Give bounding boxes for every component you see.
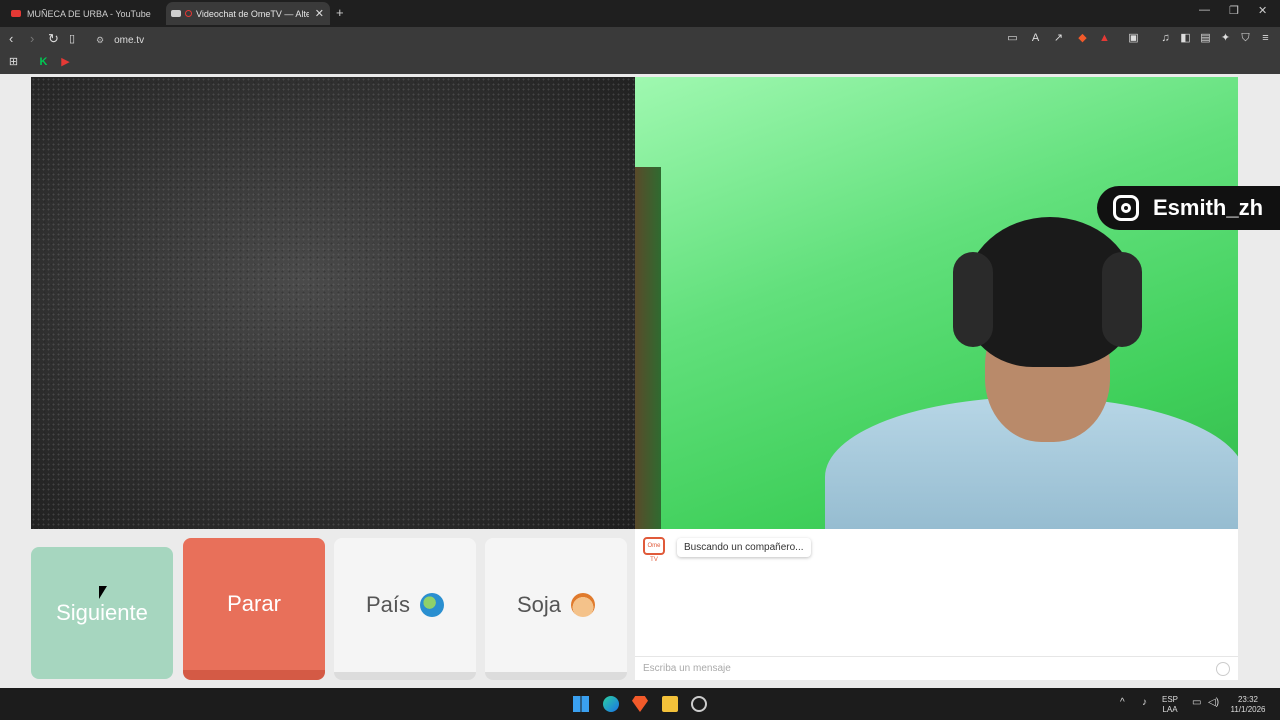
ometv-logo-icon: Ome TV	[643, 537, 665, 563]
kick-bookmark-icon[interactable]: K	[38, 57, 49, 68]
stop-button[interactable]: Parar	[183, 538, 325, 680]
wallet-icon[interactable]: ▤	[1200, 33, 1211, 44]
restore-icon[interactable]: ❐	[1229, 4, 1239, 17]
language-indicator[interactable]: ESP LAA	[1162, 695, 1178, 715]
instagram-overlay: Esmith_zh	[1097, 186, 1280, 230]
apps-grid-icon[interactable]: ⊞	[8, 57, 19, 68]
url-text: ome.tv	[114, 34, 145, 46]
mail-favicon-icon	[171, 10, 181, 17]
instagram-handle: Esmith_zh	[1153, 195, 1264, 220]
self-video	[635, 77, 1238, 529]
emoji-picker-icon[interactable]	[1216, 662, 1230, 676]
country-label: País	[365, 592, 411, 617]
windows-start-icon[interactable]	[573, 696, 589, 712]
file-explorer-icon[interactable]	[662, 696, 678, 712]
instagram-icon	[1113, 195, 1139, 221]
microphone-icon[interactable]: ♪	[1142, 698, 1147, 708]
bookmarks-bar: ⊞ K ▶	[0, 53, 1280, 74]
leo-ai-icon[interactable]: ✦	[1220, 33, 1231, 44]
gender-button[interactable]: Soja	[485, 538, 627, 680]
close-tab-icon[interactable]: ✕	[315, 7, 324, 20]
back-icon[interactable]: ‹	[9, 32, 13, 46]
share-icon[interactable]: ↗	[1053, 33, 1064, 44]
tab-youtube[interactable]: MUÑECA DE URBA - YouTube	[6, 2, 156, 25]
panel-icon[interactable]: ◧	[1180, 33, 1191, 44]
brave-shields-icon[interactable]: ◆	[1077, 33, 1088, 44]
partner-video-static	[31, 77, 635, 529]
next-label: Siguiente	[56, 600, 148, 625]
address-bar[interactable]: ⚙ ome.tv	[90, 30, 990, 50]
cast-icon[interactable]: ▭	[1007, 33, 1018, 44]
status-message: Buscando un compañero...	[677, 538, 811, 557]
close-window-icon[interactable]: ✕	[1258, 4, 1267, 17]
menu-icon[interactable]: ≡	[1260, 33, 1271, 44]
youtube-bookmark-icon[interactable]: ▶	[60, 57, 71, 68]
bookmark-icon[interactable]: ▯	[69, 32, 75, 46]
tab-ometv[interactable]: Videochat de OmeTV — Alter ✕	[166, 2, 330, 25]
volume-icon[interactable]: ◁)	[1208, 698, 1219, 708]
background-door	[635, 167, 661, 529]
lang-bottom: LAA	[1162, 705, 1178, 714]
music-icon[interactable]: ♫	[1160, 33, 1171, 44]
brave-rewards-icon[interactable]: ▲	[1099, 33, 1110, 44]
clock-date: 11/1/2026	[1230, 705, 1266, 714]
chat-panel: Ome TV Buscando un compañero... Escriba …	[635, 529, 1238, 680]
network-icon[interactable]: ▭	[1192, 698, 1201, 708]
mouse-cursor-icon	[99, 586, 107, 599]
headset-right	[1102, 252, 1142, 347]
forward-icon[interactable]: ›	[30, 32, 34, 46]
message-input[interactable]: Escriba un mensaje	[635, 656, 1238, 680]
minimize-icon[interactable]: —	[1199, 4, 1210, 16]
clock[interactable]: 23:32 11/1/2026	[1226, 695, 1270, 715]
person-emoji-icon	[571, 593, 596, 617]
vpn-shield-icon[interactable]: ⛉	[1240, 33, 1251, 44]
gender-label: Soja	[516, 592, 562, 617]
chatgpt-icon[interactable]	[691, 696, 707, 712]
country-button[interactable]: País	[334, 538, 476, 680]
browser-tab-bar: MUÑECA DE URBA - YouTube Videochat de Om…	[0, 0, 1280, 27]
tab-title: MUÑECA DE URBA - YouTube	[27, 8, 151, 19]
stop-label: Parar	[227, 591, 281, 616]
windows-taskbar: ^ ♪ ESP LAA ▭ ◁) 23:32 11/1/2026	[0, 688, 1280, 720]
recording-icon	[185, 10, 192, 17]
globe-icon	[420, 593, 445, 617]
brave-taskbar-icon[interactable]	[632, 696, 648, 712]
youtube-favicon-icon	[11, 10, 21, 17]
edge-icon[interactable]	[603, 696, 619, 712]
browser-toolbar: ‹ › ↻ ▯ ⚙ ome.tv ▭ A ↗ ◆ ▲ ▣ ♫ ◧ ▤ ✦ ⛉ ≡	[0, 27, 1280, 53]
reload-icon[interactable]: ↻	[48, 32, 59, 46]
site-info-icon[interactable]: ⚙	[96, 35, 104, 46]
clock-time: 23:32	[1237, 695, 1259, 704]
tab-title: Videochat de OmeTV — Alter	[196, 8, 309, 19]
sidebar-toggle-icon[interactable]: ▣	[1128, 33, 1139, 44]
next-button[interactable]: Siguiente	[31, 547, 173, 679]
ometv-page: Siguiente Parar País Soja Ome TV Buscand…	[0, 74, 1280, 688]
tray-chevron-icon[interactable]: ^	[1120, 698, 1125, 708]
translate-icon[interactable]: A	[1030, 33, 1041, 44]
new-tab-icon[interactable]: +	[336, 5, 344, 20]
lang-top: ESP	[1162, 695, 1179, 704]
headset-left	[953, 252, 993, 347]
